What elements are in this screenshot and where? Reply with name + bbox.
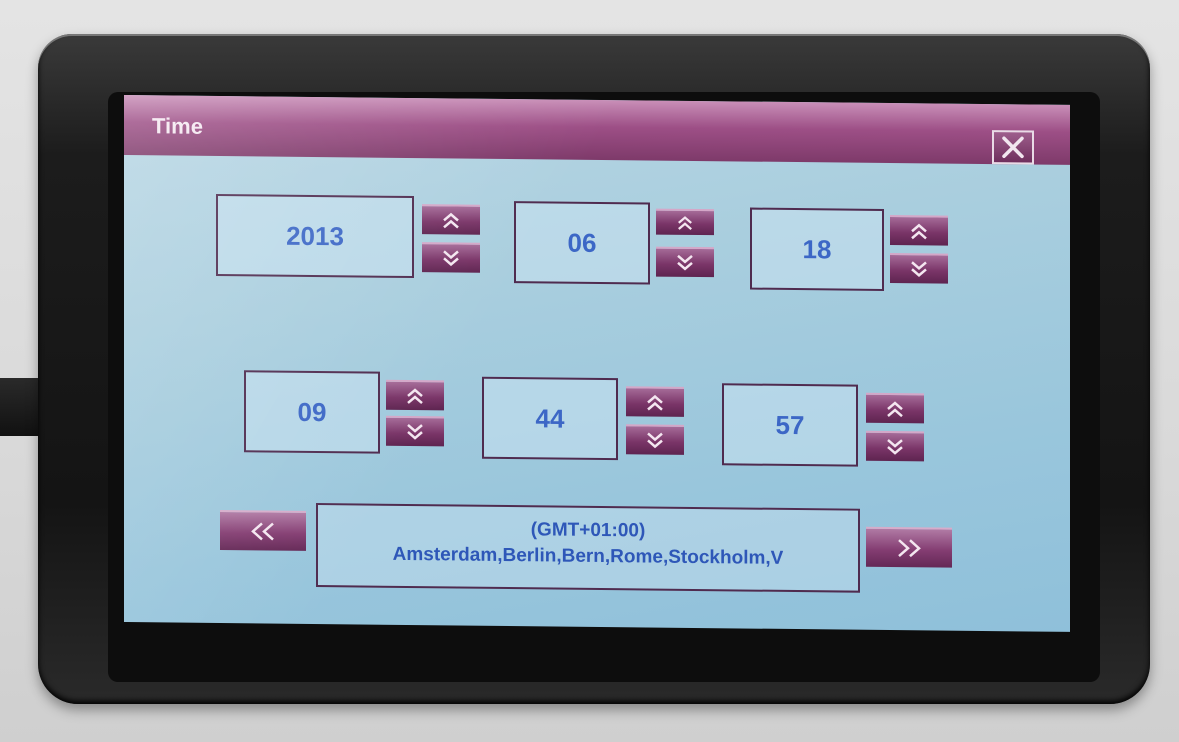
timezone-previous-button[interactable] — [220, 510, 306, 551]
hour-field[interactable]: 09 — [244, 370, 380, 454]
chevron-double-up-icon — [443, 212, 459, 229]
minute-decrement-button[interactable] — [626, 424, 684, 455]
year-field[interactable]: 2013 — [216, 193, 414, 279]
timezone-next-button[interactable] — [866, 526, 952, 568]
chevron-double-up-icon — [678, 216, 692, 230]
hour-value: 09 — [297, 396, 327, 427]
chevron-double-up-icon — [911, 223, 927, 240]
minute-increment-button[interactable] — [626, 386, 684, 417]
timezone-cities: Amsterdam,Berlin,Bern,Rome,Stockholm,V — [392, 543, 784, 569]
chevron-double-right-icon — [898, 539, 921, 558]
day-field[interactable]: 18 — [750, 207, 884, 291]
chevron-double-down-icon — [407, 424, 423, 440]
window-title: Time — [152, 113, 203, 139]
year-increment-button[interactable] — [422, 204, 480, 235]
second-decrement-button[interactable] — [866, 430, 924, 462]
chevron-double-down-icon — [647, 432, 663, 449]
month-value: 06 — [567, 227, 597, 258]
month-increment-button[interactable] — [656, 208, 714, 236]
chevron-double-up-icon — [647, 394, 663, 411]
touch-screen: Time 2013 06 18 09 44 57 (GMT+01:00) Ams… — [124, 95, 1070, 632]
hour-increment-button[interactable] — [386, 379, 444, 411]
hour-decrement-button[interactable] — [386, 415, 444, 447]
chevron-double-down-icon — [887, 439, 903, 455]
minute-field[interactable]: 44 — [482, 376, 618, 461]
chevron-double-down-icon — [911, 261, 927, 277]
year-decrement-button[interactable] — [422, 242, 480, 273]
month-field[interactable]: 06 — [514, 201, 650, 285]
close-icon — [1002, 136, 1024, 159]
day-increment-button[interactable] — [890, 215, 948, 246]
chevron-double-up-icon — [887, 401, 903, 418]
minute-value: 44 — [535, 402, 565, 434]
chevron-double-up-icon — [407, 388, 423, 405]
close-button[interactable] — [992, 130, 1034, 165]
month-decrement-button[interactable] — [656, 246, 714, 278]
timezone-display: (GMT+01:00) Amsterdam,Berlin,Bern,Rome,S… — [316, 503, 860, 593]
second-increment-button[interactable] — [866, 392, 924, 424]
day-value: 18 — [802, 233, 832, 264]
second-value: 57 — [775, 409, 805, 440]
chevron-double-down-icon — [443, 250, 459, 267]
year-value: 2013 — [286, 220, 344, 251]
day-decrement-button[interactable] — [890, 253, 948, 284]
title-bar: Time — [124, 95, 1070, 165]
second-field[interactable]: 57 — [722, 383, 858, 467]
chevron-double-down-icon — [677, 254, 693, 271]
chevron-double-left-icon — [251, 522, 274, 541]
